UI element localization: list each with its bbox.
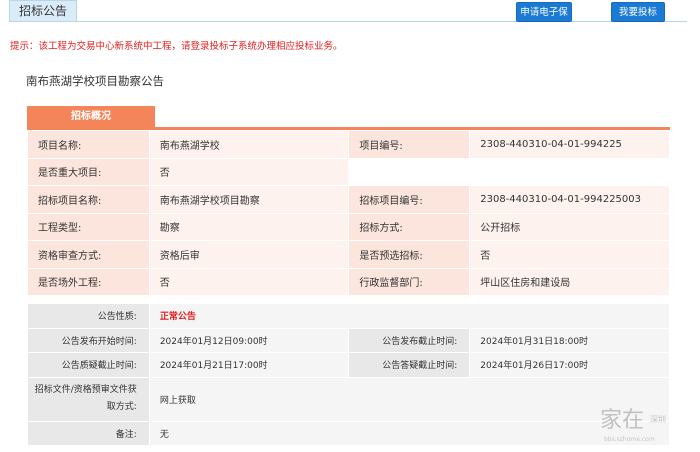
- tab-announcement[interactable]: 招标公告: [9, 0, 77, 22]
- table-row: 公告性质: 正常公告: [27, 303, 671, 329]
- publish-start-value: 2024年01月12日09:00时: [148, 327, 350, 353]
- top-bar: 招标公告 申请电子保函 我要投标: [0, 0, 700, 38]
- query-deadline-value: 2024年01月21日17:00时: [148, 352, 350, 378]
- project-info-table: 项目名称: 南布燕湖学校 项目编号: 2308-440310-04-01-994…: [27, 130, 670, 296]
- table-row: 资格审查方式: 资格后审 是否预选招标: 否: [27, 240, 670, 269]
- supervisor-value: 坪山区住房和建设局: [469, 267, 670, 296]
- table-row: 是否重大项目: 否: [27, 157, 670, 186]
- bid-method-value: 公开招标: [469, 212, 670, 241]
- apply-e-guarantee-button[interactable]: 申请电子保函: [516, 2, 572, 38]
- project-name-label: 项目名称:: [27, 130, 150, 159]
- remark-label: 备注:: [27, 420, 150, 446]
- table-row: 公告质疑截止时间: 2024年01月21日17:00时 公告答疑截止时间: 20…: [27, 352, 670, 378]
- bid-project-code-label: 招标项目编号:: [348, 185, 471, 214]
- supervisor-label: 行政监督部门:: [348, 267, 471, 296]
- remark-value: 无: [148, 420, 671, 446]
- announcement-status-table: 公告性质: 正常公告 公告发布开始时间: 2024年01月12日09:00时 公…: [27, 303, 671, 446]
- table-row: 备注: 无: [27, 420, 671, 446]
- bid-method-label: 招标方式:: [348, 212, 471, 241]
- qualification-method-value: 资格后审: [148, 240, 350, 269]
- table-row: 工程类型: 勘察 招标方式: 公开招标: [27, 212, 670, 241]
- table-row: 是否场外工程: 否 行政监督部门: 坪山区住房和建设局: [27, 267, 670, 296]
- answer-deadline-value: 2024年01月26日17:00时: [469, 352, 670, 378]
- query-deadline-label: 公告质疑截止时间:: [27, 352, 150, 378]
- major-project-label: 是否重大项目:: [27, 157, 150, 186]
- table-row: 招标项目名称: 南布燕湖学校项目勘察 招标项目编号: 2308-440310-0…: [27, 185, 670, 214]
- bid-project-name-label: 招标项目名称:: [27, 185, 150, 214]
- bid-project-code-value: 2308-440310-04-01-994225003: [469, 185, 670, 214]
- watermark-logo: 家在: [600, 408, 645, 433]
- tip-text: 提示：该工程为交易中心新系统中工程，请登录投标子系统办理相应投标业务。: [10, 41, 343, 52]
- table-row: 项目名称: 南布燕湖学校 项目编号: 2308-440310-04-01-994…: [27, 130, 670, 159]
- answer-deadline-label: 公告答疑截止时间:: [348, 352, 471, 378]
- doc-method-value: 网上获取: [148, 376, 671, 422]
- preselect-label: 是否预选招标:: [348, 240, 471, 269]
- preselect-value: 否: [469, 240, 670, 269]
- publish-end-label: 公告发布截止时间:: [348, 327, 471, 353]
- bid-project-name-value: 南布燕湖学校项目勘察: [148, 185, 350, 214]
- qualification-method-label: 资格审查方式:: [27, 240, 150, 269]
- offsite-value: 否: [148, 267, 350, 296]
- work-type-label: 工程类型:: [27, 212, 150, 241]
- table-row: 公告发布开始时间: 2024年01月12日09:00时 公告发布截止时间: 20…: [27, 327, 670, 353]
- announcement-title: 南布燕湖学校项目勘察公告: [26, 74, 164, 88]
- watermark-url: bbs.szhome.com: [604, 436, 655, 443]
- doc-method-label: 招标文件/资格预审文件获取方式:: [27, 376, 150, 422]
- section-tab-overview: 招标概况: [27, 106, 155, 127]
- offsite-label: 是否场外工程:: [27, 267, 150, 296]
- project-code-label: 项目编号:: [348, 130, 471, 159]
- nature-value: 正常公告: [148, 303, 671, 329]
- work-type-value: 勘察: [148, 212, 350, 241]
- publish-end-value: 2024年01月31日18:00时: [469, 327, 670, 353]
- table-row: 招标文件/资格预审文件获取方式: 网上获取: [27, 376, 671, 422]
- major-project-value: 否: [148, 157, 350, 186]
- publish-start-label: 公告发布开始时间:: [27, 327, 150, 353]
- nature-label: 公告性质:: [27, 303, 150, 329]
- tab-divider: [9, 21, 687, 22]
- watermark-sub: 深圳: [650, 415, 666, 424]
- project-code-value: 2308-440310-04-01-994225: [469, 130, 670, 159]
- submit-bid-button[interactable]: 我要投标: [611, 2, 665, 22]
- empty-cell: [348, 157, 670, 186]
- project-name-value: 南布燕湖学校: [148, 130, 350, 159]
